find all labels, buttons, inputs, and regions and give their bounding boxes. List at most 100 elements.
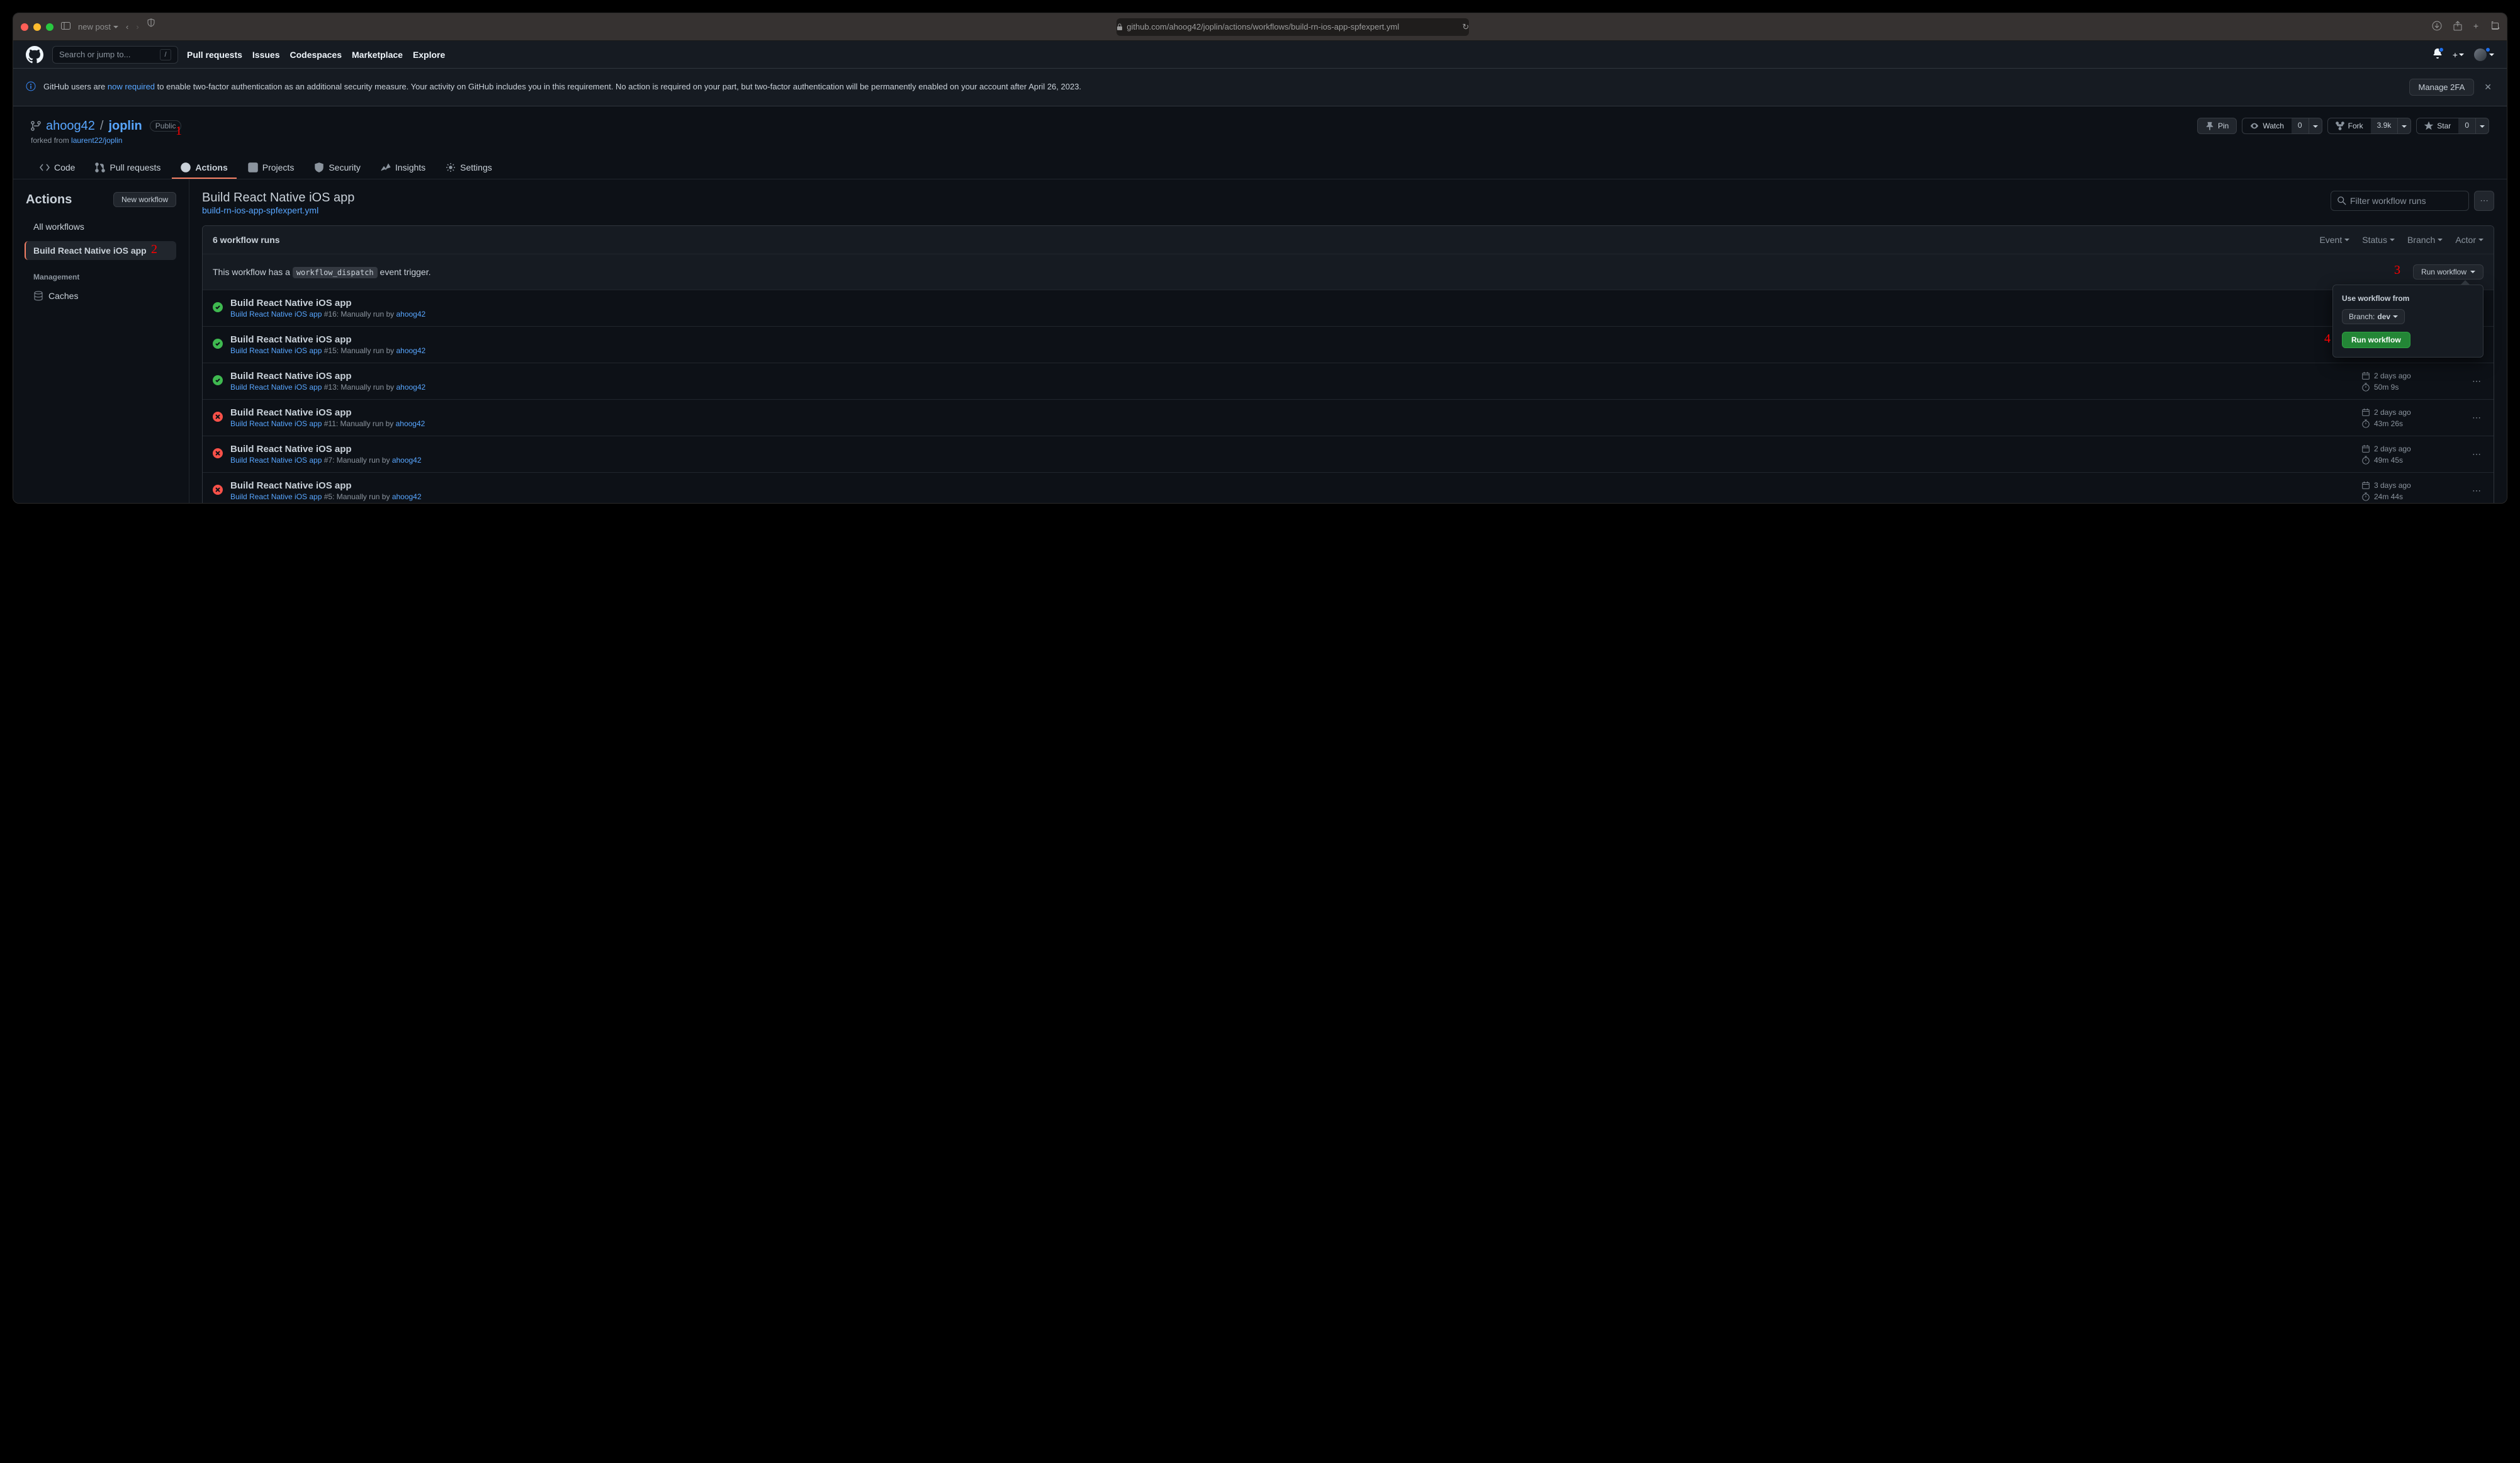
tab-security[interactable]: Security xyxy=(305,157,369,179)
separator: / xyxy=(100,119,104,133)
run-workflow-link[interactable]: Build React Native iOS app xyxy=(230,383,322,392)
run-title[interactable]: Build React Native iOS app xyxy=(230,371,2354,381)
run-actor-link[interactable]: ahoog42 xyxy=(392,492,422,501)
search-placeholder: Search or jump to... xyxy=(59,50,130,59)
tab-settings[interactable]: Settings xyxy=(437,157,501,179)
run-actor-link[interactable]: ahoog42 xyxy=(392,456,422,465)
tab-code[interactable]: Code xyxy=(31,157,84,179)
sidebar-caches[interactable]: Caches xyxy=(26,286,176,305)
downloads-icon[interactable] xyxy=(2432,21,2442,33)
star-button[interactable]: Star 0 xyxy=(2416,118,2489,134)
run-row[interactable]: Build React Native iOS app Build React N… xyxy=(203,400,2494,436)
runs-count: 6 workflow runs xyxy=(213,235,280,245)
run-row[interactable]: Build React Native iOS app Build React N… xyxy=(203,290,2494,327)
workflow-file-link[interactable]: build-rn-ios-app-spfexpert.yml xyxy=(202,205,318,215)
new-workflow-button[interactable]: New workflow xyxy=(113,192,176,207)
manage-2fa-button[interactable]: Manage 2FA xyxy=(2409,79,2475,96)
repo-owner-link[interactable]: ahoog42 xyxy=(46,119,95,133)
tab-actions[interactable]: Actions xyxy=(172,157,236,179)
run-workflow-link[interactable]: Build React Native iOS app xyxy=(230,492,322,501)
fail-icon xyxy=(213,448,223,460)
pin-button[interactable]: Pin xyxy=(2197,118,2237,134)
success-icon xyxy=(213,339,223,351)
notifications-icon[interactable] xyxy=(2433,48,2443,60)
annotation-1: 1 xyxy=(176,124,182,138)
run-title[interactable]: Build React Native iOS app xyxy=(230,480,2354,491)
run-more-icon[interactable]: ⋯ xyxy=(2470,373,2483,389)
branch-select[interactable]: Branch: dev xyxy=(2342,309,2405,324)
tab-projects[interactable]: Projects xyxy=(239,157,303,179)
fork-button[interactable]: Fork 3.9k xyxy=(2327,118,2412,134)
share-icon[interactable] xyxy=(2453,21,2462,33)
repo-name-link[interactable]: joplin xyxy=(108,119,142,133)
stopwatch-icon xyxy=(2361,383,2370,392)
forward-button[interactable]: › xyxy=(136,22,138,31)
run-more-icon[interactable]: ⋯ xyxy=(2470,410,2483,426)
traffic-lights xyxy=(21,23,53,31)
filter-actor[interactable]: Actor xyxy=(2455,235,2483,245)
close-window[interactable] xyxy=(21,23,28,31)
filter-input[interactable]: Filter workflow runs xyxy=(2331,191,2469,211)
close-banner-icon[interactable]: ✕ xyxy=(2482,79,2494,95)
nav-issues[interactable]: Issues xyxy=(252,50,280,60)
run-meta: Build React Native iOS app #5: Manually … xyxy=(230,492,2354,501)
create-new-icon[interactable]: + xyxy=(2453,50,2464,60)
tab-pull-requests[interactable]: Pull requests xyxy=(86,157,169,179)
user-menu[interactable] xyxy=(2474,48,2494,61)
sidebar-all-workflows[interactable]: All workflows xyxy=(26,217,176,236)
run-actor-link[interactable]: ahoog42 xyxy=(396,310,425,319)
tab-title[interactable]: new post xyxy=(78,22,118,31)
nav-marketplace[interactable]: Marketplace xyxy=(352,50,403,60)
runs-header: 6 workflow runs Event Status Branch Acto… xyxy=(203,226,2494,254)
sidebar-toggle-icon[interactable] xyxy=(61,22,70,31)
filter-status[interactable]: Status xyxy=(2362,235,2395,245)
sidebar-management-header: Management xyxy=(33,273,176,281)
run-title[interactable]: Build React Native iOS app xyxy=(230,444,2354,455)
nav-pull-requests[interactable]: Pull requests xyxy=(187,50,242,60)
run-more-icon[interactable]: ⋯ xyxy=(2470,446,2483,462)
run-workflow-link[interactable]: Build React Native iOS app xyxy=(230,456,322,465)
search-input[interactable]: Search or jump to... / xyxy=(52,46,178,64)
calendar-icon xyxy=(2361,481,2370,490)
run-title[interactable]: Build React Native iOS app xyxy=(230,298,2354,308)
run-workflow-link[interactable]: Build React Native iOS app xyxy=(230,346,322,355)
run-more-icon[interactable]: ⋯ xyxy=(2470,483,2483,499)
back-button[interactable]: ‹ xyxy=(126,22,128,31)
stopwatch-icon xyxy=(2361,492,2370,501)
maximize-window[interactable] xyxy=(46,23,53,31)
run-actor-link[interactable]: ahoog42 xyxy=(396,419,425,428)
forked-from-link[interactable]: laurent22/joplin xyxy=(71,136,122,145)
content: Build React Native iOS app build-rn-ios-… xyxy=(189,179,2507,503)
address-bar[interactable]: github.com/ahoog42/joplin/actions/workfl… xyxy=(1117,18,1469,36)
run-row[interactable]: Build React Native iOS app Build React N… xyxy=(203,363,2494,400)
run-title[interactable]: Build React Native iOS app xyxy=(230,334,2354,345)
url-text: github.com/ahoog42/joplin/actions/workfl… xyxy=(1127,22,1399,31)
filter-branch[interactable]: Branch xyxy=(2407,235,2443,245)
run-row[interactable]: Build React Native iOS app Build React N… xyxy=(203,473,2494,503)
reload-icon[interactable]: ↻ xyxy=(1462,22,1469,32)
now-required-link[interactable]: now required xyxy=(108,82,155,91)
run-actor-link[interactable]: ahoog42 xyxy=(396,346,425,355)
nav-explore[interactable]: Explore xyxy=(413,50,445,60)
run-actor-link[interactable]: ahoog42 xyxy=(396,383,425,392)
shield-icon[interactable] xyxy=(147,18,155,36)
run-workflow-dropdown-button[interactable]: Run workflow xyxy=(2413,264,2483,280)
run-row[interactable]: Build React Native iOS app Build React N… xyxy=(203,327,2494,363)
run-workflow-link[interactable]: Build React Native iOS app xyxy=(230,419,322,428)
run-row[interactable]: Build React Native iOS app Build React N… xyxy=(203,436,2494,473)
run-title[interactable]: Build React Native iOS app xyxy=(230,407,2354,418)
filter-event[interactable]: Event xyxy=(2319,235,2349,245)
run-workflow-link[interactable]: Build React Native iOS app xyxy=(230,310,322,319)
run-workflow-submit-button[interactable]: Run workflow xyxy=(2342,332,2410,348)
nav-codespaces[interactable]: Codespaces xyxy=(290,50,342,60)
info-icon xyxy=(26,81,36,93)
tab-insights[interactable]: Insights xyxy=(372,157,434,179)
run-timing: 3 days ago 24m 44s xyxy=(2361,481,2462,501)
tabs-icon[interactable] xyxy=(2490,21,2499,33)
repo-header: ahoog42 / joplin Public Pin Watch 0 Fork… xyxy=(13,106,2507,179)
more-options-button[interactable]: ⋯ xyxy=(2474,191,2494,211)
github-logo-icon[interactable] xyxy=(26,46,43,64)
new-tab-icon[interactable]: + xyxy=(2473,21,2478,33)
watch-button[interactable]: Watch 0 xyxy=(2242,118,2322,134)
minimize-window[interactable] xyxy=(33,23,41,31)
